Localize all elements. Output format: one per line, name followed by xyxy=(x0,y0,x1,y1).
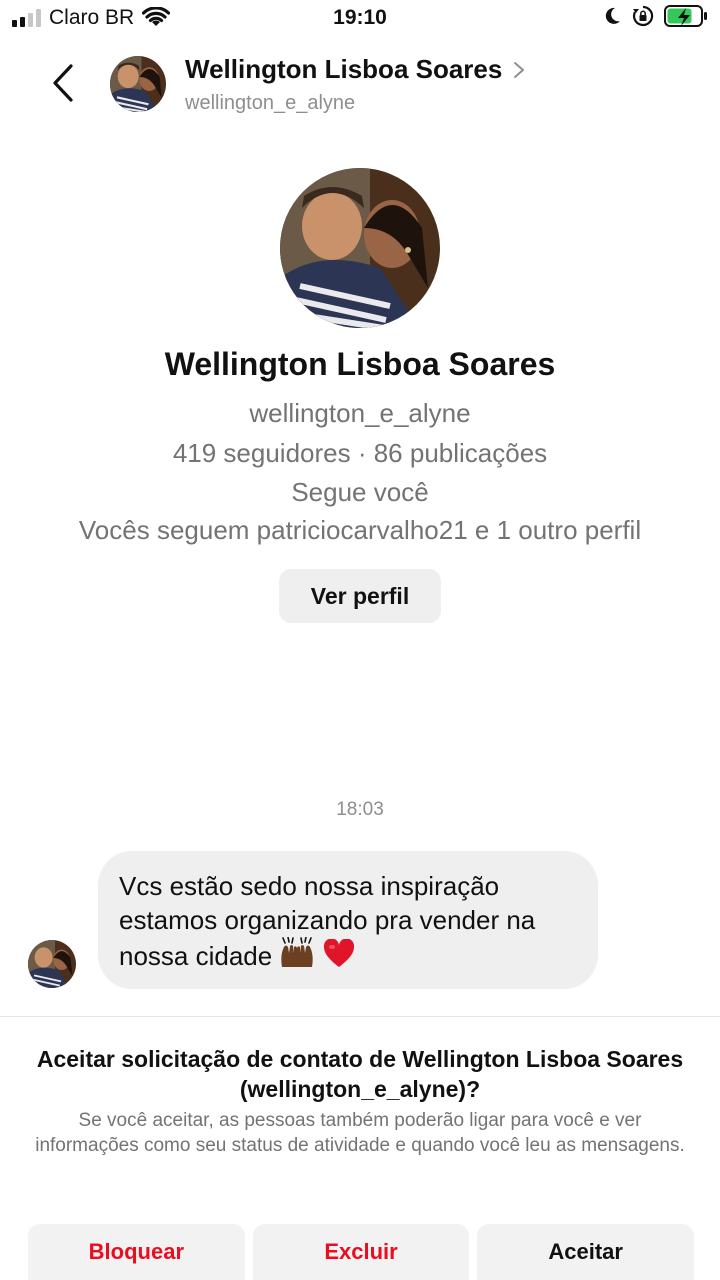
follows-you-label: Segue você xyxy=(291,477,429,507)
chat-header: Wellington Lisboa Soares wellington_e_al… xyxy=(0,44,720,124)
header-username: wellington_e_alyne xyxy=(185,92,356,114)
message-avatar[interactable] xyxy=(28,940,76,988)
red-heart-emoji xyxy=(323,939,354,967)
avatar-photo xyxy=(28,940,76,988)
back-button[interactable] xyxy=(40,56,86,110)
header-name-row[interactable]: Wellington Lisboa Soares xyxy=(185,54,526,85)
raised-hands-emoji xyxy=(281,937,314,967)
delete-button[interactable]: Excluir xyxy=(252,1224,470,1280)
message-line: estamos organizando pra vender na xyxy=(119,905,536,935)
avatar-photo xyxy=(110,56,166,112)
chevron-right-icon xyxy=(514,61,525,78)
message-line: Vcs estão sedo nossa inspiração xyxy=(119,871,500,901)
moon-icon xyxy=(605,7,620,24)
header-avatar[interactable] xyxy=(110,56,166,112)
message-line: nossa cidade xyxy=(119,941,273,971)
block-button[interactable]: Bloquear xyxy=(28,1224,245,1280)
panel-divider xyxy=(0,1016,720,1017)
status-right xyxy=(602,5,708,27)
rotation-lock-icon xyxy=(632,5,654,27)
accept-button[interactable]: Aceitar xyxy=(477,1224,695,1280)
view-profile-button[interactable]: Ver perfil xyxy=(279,569,441,623)
request-actions: Bloquear Excluir Aceitar xyxy=(28,1224,695,1280)
status-bar: Claro BR 19:10 xyxy=(0,0,720,36)
request-description: Se você aceitar, as pessoas também poder… xyxy=(35,1110,685,1156)
mutual-follows: Vocês seguem patriciocarvalho21 e 1 outr… xyxy=(78,515,642,545)
profile-stats: 419 seguidores · 86 publicações xyxy=(172,438,548,468)
battery-icon xyxy=(664,5,707,27)
header-name: Wellington Lisboa Soares xyxy=(185,54,503,84)
profile-username: wellington_e_alyne xyxy=(249,398,471,428)
message-timestamp: 18:03 xyxy=(336,799,384,820)
avatar-photo xyxy=(280,168,440,328)
message-bubble[interactable]: Vcs estão sedo nossa inspiração estamos … xyxy=(98,851,598,989)
profile-avatar[interactable] xyxy=(280,168,440,328)
profile-name: Wellington Lisboa Soares xyxy=(164,346,556,382)
back-chevron-icon xyxy=(53,64,73,102)
request-title: Aceitar solicitação de contato de Wellin… xyxy=(36,1046,684,1102)
